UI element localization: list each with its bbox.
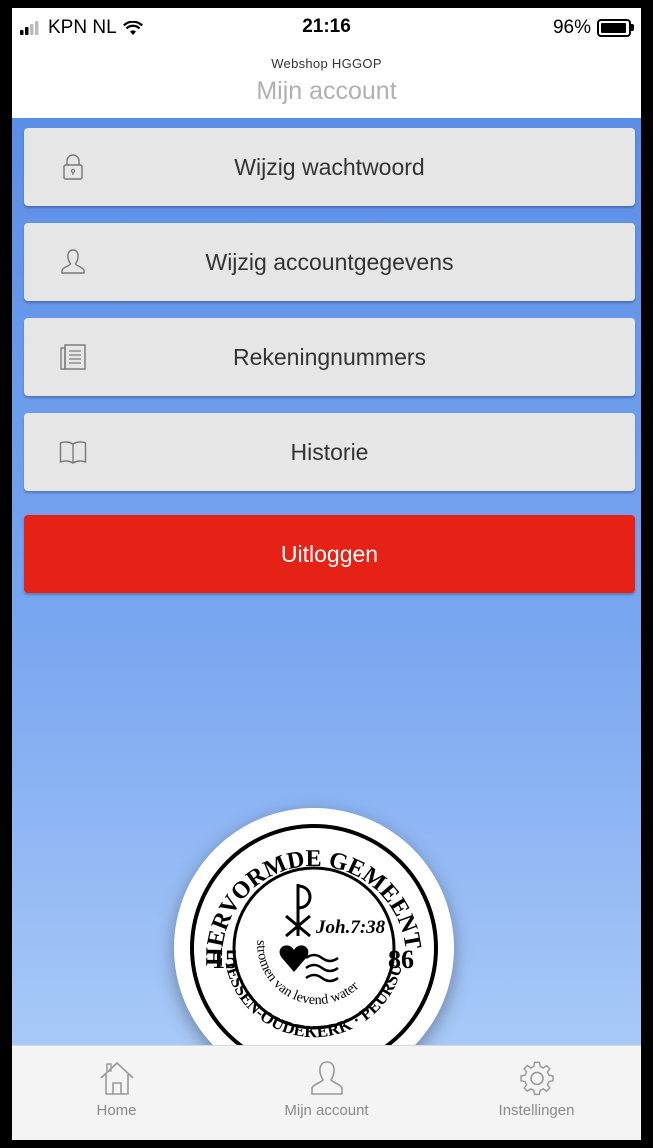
account-numbers-label: Rekeningnummers [232, 343, 427, 370]
battery-icon [597, 19, 634, 37]
book-icon [59, 441, 87, 464]
clock: 21:16 [302, 16, 351, 37]
history-button[interactable]: Historie [24, 413, 635, 491]
page-title: Mijn account [256, 77, 397, 105]
change-password-button[interactable]: Wijzig wachtwoord [24, 128, 635, 206]
tab-my-account[interactable]: Mijn account [222, 1046, 431, 1140]
change-account-details-label: Wijzig accountgegevens [205, 248, 454, 275]
gear-icon [519, 1061, 554, 1096]
seal-year-right: 86 [388, 945, 414, 974]
logout-label: Uitloggen [280, 540, 379, 567]
heart-icon [279, 945, 309, 972]
chi-rho-icon [285, 884, 312, 938]
battery-percent: 96% [552, 17, 591, 38]
logout-button[interactable]: Uitloggen [24, 515, 635, 593]
app-name: Webshop HGGOP [271, 56, 382, 71]
seal-year-left: 15 [212, 945, 238, 974]
status-right: 96% [552, 17, 634, 39]
home-icon [99, 1061, 134, 1095]
status-bar: KPN NL 21:16 96% [12, 8, 641, 48]
tab-home[interactable]: Home [12, 1046, 221, 1140]
change-account-details-button[interactable]: Wijzig accountgegevens [24, 223, 635, 301]
battery-fill [601, 23, 626, 33]
tab-settings-label: Instellingen [498, 1102, 575, 1119]
water-icon [305, 953, 339, 983]
tab-home-label: Home [96, 1102, 137, 1119]
tab-my-account-label: Mijn account [284, 1102, 369, 1119]
seal-verse: Joh.7:38 [315, 917, 386, 938]
tab-bar: Home Mijn account Instellingen [12, 1045, 641, 1140]
account-numbers-button[interactable]: Rekeningnummers [24, 318, 635, 396]
tab-settings[interactable]: Instellingen [432, 1046, 641, 1140]
app-screen: KPN NL 21:16 96% Webshop HGGOP Mijn acco… [12, 8, 641, 1140]
lock-icon [63, 154, 83, 180]
user-icon [61, 249, 85, 274]
document-icon [60, 344, 86, 370]
user-icon [310, 1061, 343, 1095]
page-header: Webshop HGGOP Mijn account [12, 48, 641, 118]
history-label: Historie [290, 438, 369, 465]
change-password-label: Wijzig wachtwoord [234, 153, 425, 180]
account-menu: Wijzig wachtwoord Wijzig accountgegevens… [12, 118, 641, 1088]
